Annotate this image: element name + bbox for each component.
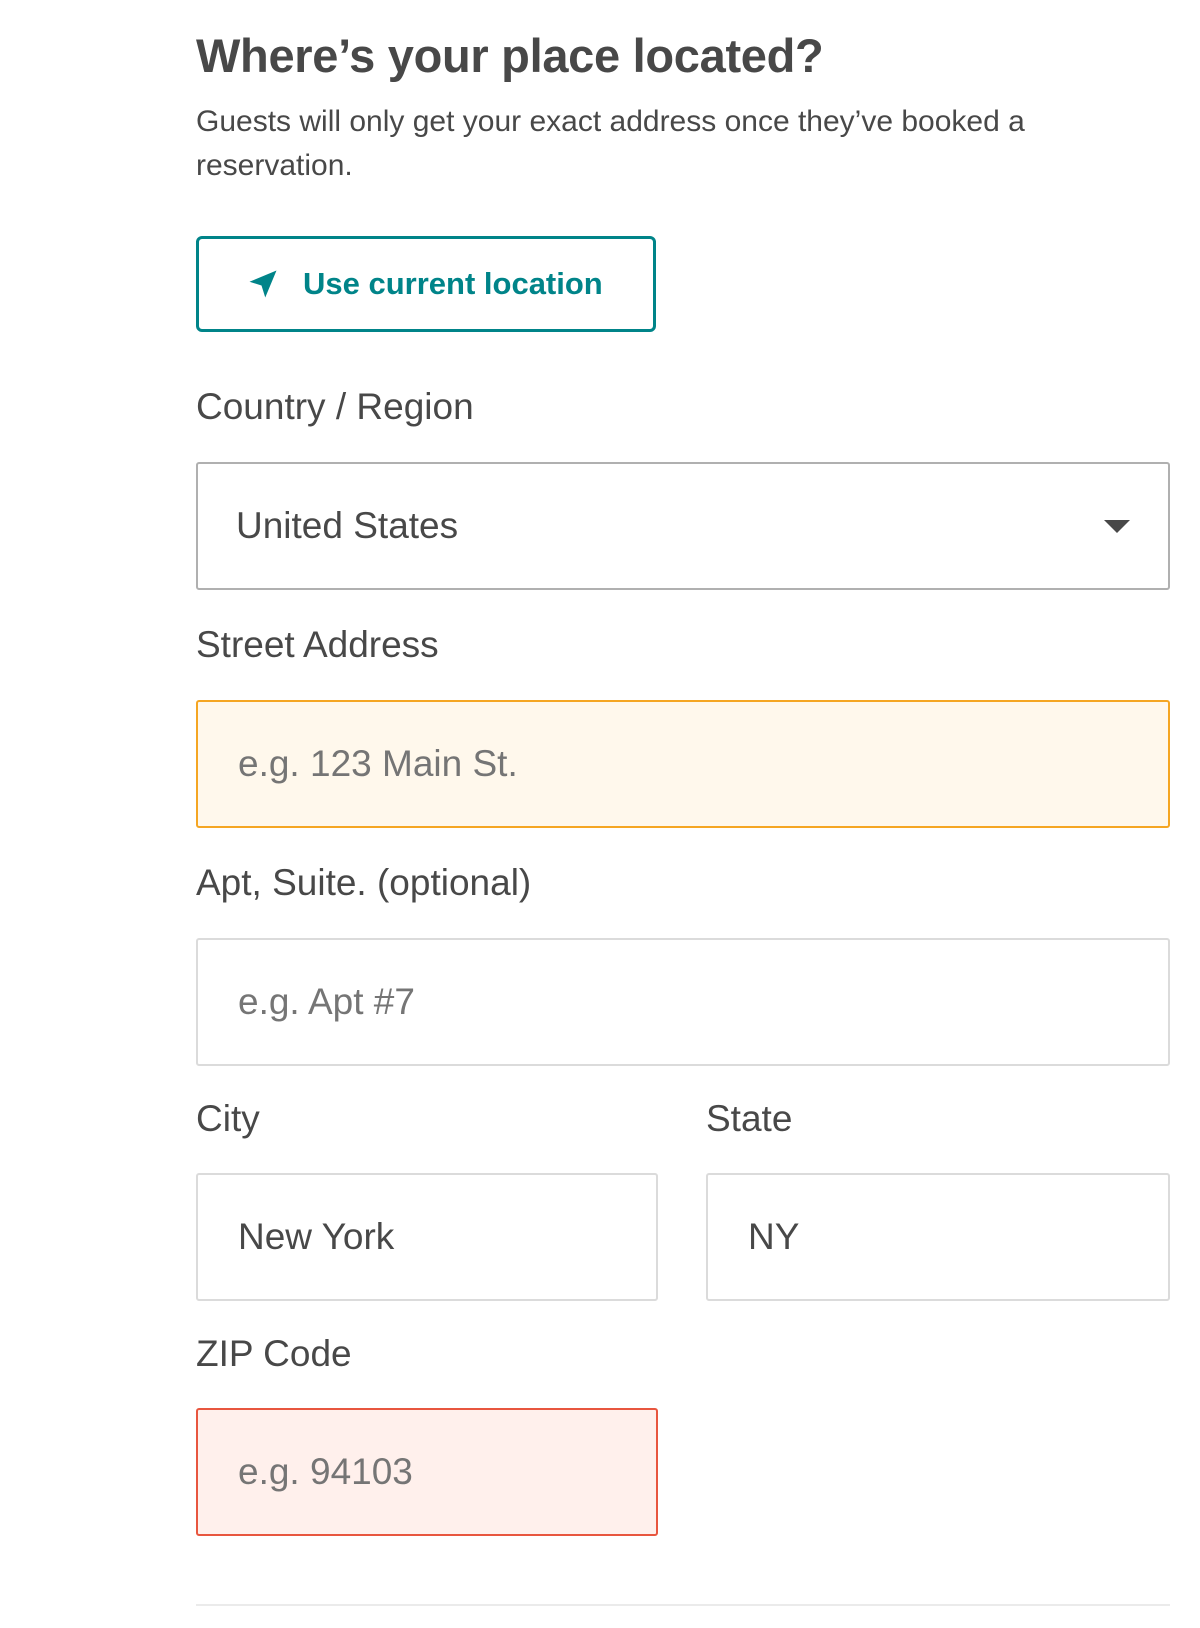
zip-code-input[interactable]: e.g. 94103 <box>196 1408 658 1536</box>
page-title: Where’s your place located? <box>196 29 824 82</box>
street-address-placeholder: e.g. 123 Main St. <box>238 743 518 784</box>
city-value: New York <box>238 1216 395 1257</box>
footer-divider <box>196 1604 1170 1606</box>
country-region-select[interactable]: United States <box>196 462 1170 590</box>
apt-suite-placeholder: e.g. Apt #7 <box>238 981 415 1022</box>
street-address-label: Street Address <box>196 624 439 665</box>
country-region-value: United States <box>236 505 459 546</box>
navigation-arrow-icon <box>245 266 281 302</box>
state-label: State <box>706 1098 793 1139</box>
country-region-label: Country / Region <box>196 386 474 427</box>
apt-suite-input[interactable]: e.g. Apt #7 <box>196 938 1170 1066</box>
zip-code-label: ZIP Code <box>196 1333 352 1374</box>
use-current-location-label: Use current location <box>303 266 603 301</box>
apt-suite-label: Apt, Suite. (optional) <box>196 862 532 903</box>
state-input[interactable]: NY <box>706 1173 1170 1301</box>
chevron-down-icon <box>1104 520 1130 533</box>
city-label: City <box>196 1098 260 1139</box>
state-value: NY <box>748 1216 800 1257</box>
page-subtitle: Guests will only get your exact address … <box>196 105 1025 182</box>
street-address-input[interactable]: e.g. 123 Main St. <box>196 700 1170 828</box>
city-input[interactable]: New York <box>196 1173 658 1301</box>
zip-code-placeholder: e.g. 94103 <box>238 1451 413 1492</box>
use-current-location-button[interactable]: Use current location <box>196 236 656 332</box>
